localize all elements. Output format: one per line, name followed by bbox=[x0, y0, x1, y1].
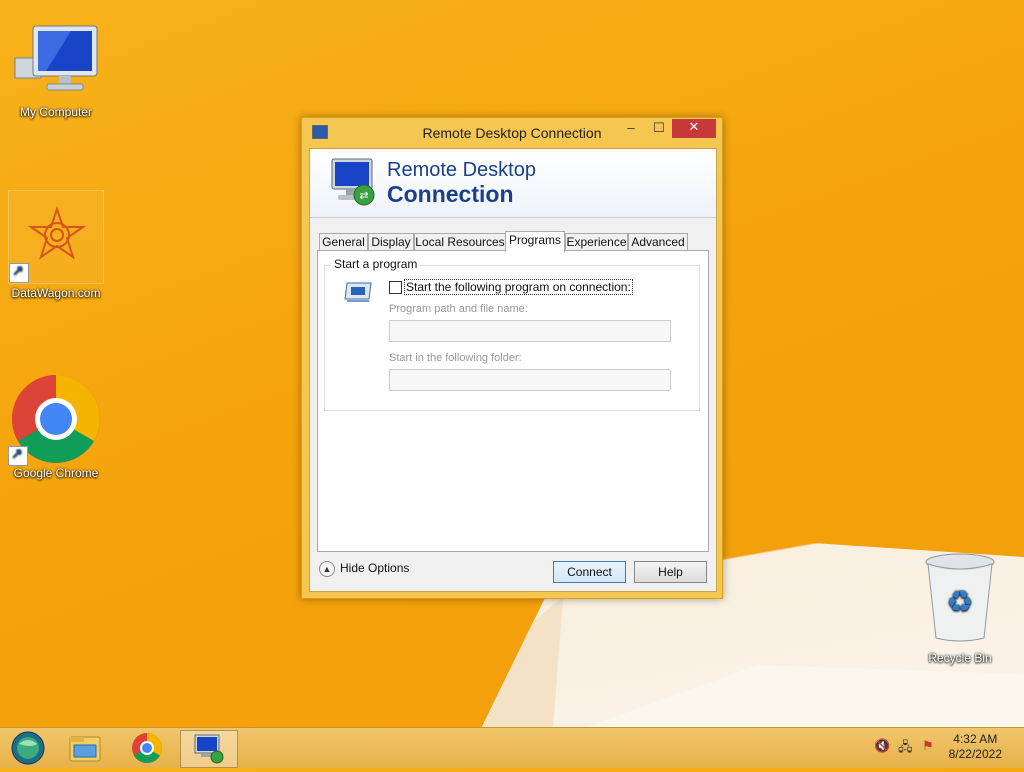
start-folder-input[interactable] bbox=[389, 369, 671, 391]
taskbar-chrome[interactable] bbox=[120, 730, 174, 766]
datawagon-logo-icon bbox=[27, 205, 87, 260]
action-center-flag-icon[interactable]: ⚑ bbox=[922, 738, 934, 754]
start-orb-icon bbox=[11, 731, 45, 765]
close-button[interactable]: ✕ bbox=[672, 119, 716, 138]
taskbar-file-explorer[interactable] bbox=[58, 730, 112, 766]
computer-icon bbox=[14, 25, 98, 91]
group-label: Start a program bbox=[331, 257, 421, 271]
tab-display[interactable]: Display bbox=[368, 233, 414, 251]
desktop-icon-label: My Computer bbox=[19, 105, 93, 119]
desktop-icon-my-computer[interactable]: My Computer bbox=[8, 22, 104, 119]
system-clock[interactable]: 4:32 AM 8/22/2022 bbox=[949, 732, 1002, 762]
desktop-icon-recycle-bin[interactable]: ♻ Recycle Bin bbox=[912, 552, 1008, 665]
shortcut-arrow-icon bbox=[8, 445, 28, 466]
tab-local-resources[interactable]: Local Resources bbox=[414, 233, 506, 251]
svg-text:⇄: ⇄ bbox=[359, 189, 368, 202]
chrome-icon bbox=[132, 733, 163, 764]
title-bar[interactable]: Remote Desktop Connection – ☐ ✕ bbox=[302, 118, 722, 148]
banner-title-line2: Connection bbox=[387, 181, 514, 207]
tab-advanced[interactable]: Advanced bbox=[628, 233, 688, 251]
tab-experience[interactable]: Experience bbox=[565, 233, 628, 251]
file-explorer-icon bbox=[69, 736, 101, 762]
hide-options-button[interactable]: ▲ Hide Options bbox=[319, 561, 409, 577]
tab-programs[interactable]: Programs bbox=[505, 231, 565, 252]
tab-general[interactable]: General bbox=[319, 233, 368, 251]
start-folder-label: Start in the following folder: bbox=[389, 352, 522, 364]
start-program-checkbox[interactable] bbox=[389, 281, 402, 294]
help-button[interactable]: Help bbox=[634, 561, 707, 583]
remote-desktop-dialog: Remote Desktop Connection – ☐ ✕ ⇄ Remote… bbox=[301, 117, 723, 599]
connect-button[interactable]: Connect bbox=[553, 561, 626, 583]
banner: ⇄ Remote Desktop Connection bbox=[310, 149, 716, 218]
taskbar: 🔇 🖧 ⚑ 4:32 AM 8/22/2022 bbox=[0, 727, 1024, 768]
maximize-button[interactable]: ☐ bbox=[648, 120, 670, 138]
chevron-up-icon: ▲ bbox=[319, 561, 335, 577]
hide-options-label: Hide Options bbox=[340, 561, 410, 576]
network-icon[interactable]: 🖧 bbox=[898, 738, 913, 760]
start-program-group: Start a program Start the following prog… bbox=[324, 257, 700, 411]
desktop-icon-google-chrome[interactable]: Google Chrome bbox=[8, 372, 104, 480]
svg-text:♻: ♻ bbox=[947, 585, 974, 620]
program-path-label: Program path and file name: bbox=[389, 303, 528, 315]
desktop-icon-datawagon[interactable]: DataWagon.com bbox=[8, 190, 104, 300]
clock-time: 4:32 AM bbox=[953, 732, 998, 746]
volume-muted-icon[interactable]: 🔇 bbox=[874, 738, 890, 754]
recycle-bin-icon: ♻ bbox=[925, 553, 995, 642]
clock-date: 8/22/2022 bbox=[948, 747, 1002, 761]
start-button[interactable] bbox=[2, 730, 56, 766]
shortcut-arrow-icon bbox=[9, 262, 29, 283]
dialog-body: ⇄ Remote Desktop Connection General Disp… bbox=[309, 148, 717, 592]
desktop-icon-label: DataWagon.com bbox=[11, 286, 101, 300]
program-path-input[interactable] bbox=[389, 320, 671, 342]
program-window-icon bbox=[344, 282, 372, 302]
desktop-icon-label: Google Chrome bbox=[13, 466, 99, 480]
programs-panel: Start a program Start the following prog… bbox=[317, 250, 709, 552]
remote-desktop-icon bbox=[194, 734, 224, 764]
banner-title-line1: Remote Desktop bbox=[387, 159, 536, 181]
taskbar-remote-desktop[interactable] bbox=[180, 730, 238, 768]
desktop-icon-label: Recycle Bin bbox=[928, 651, 992, 665]
start-program-checkbox-label[interactable]: Start the following program on connectio… bbox=[404, 279, 633, 295]
minimize-button[interactable]: – bbox=[620, 120, 642, 138]
remote-desktop-logo-icon: ⇄ bbox=[331, 158, 375, 206]
